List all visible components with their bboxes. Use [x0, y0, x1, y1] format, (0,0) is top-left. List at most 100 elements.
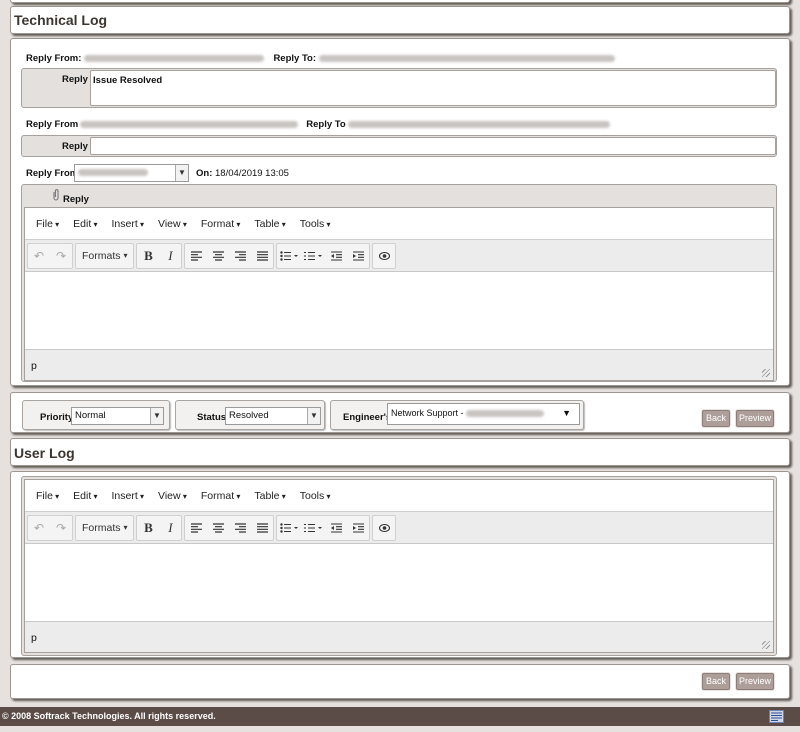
formats-label: Formats [82, 521, 121, 534]
status-label: Status [197, 412, 227, 423]
editor-statusbar: p [25, 622, 773, 652]
reply-from-label: Reply From: [26, 53, 82, 64]
engineer-select[interactable]: Network Support - ▼ [387, 403, 580, 425]
menu-insert[interactable]: Insert [105, 490, 152, 502]
status-select[interactable]: Resolved ▼ [225, 407, 321, 425]
menu-edit[interactable]: Edit [66, 490, 104, 502]
back-button-bottom[interactable]: Back [702, 673, 730, 690]
editor-text-area[interactable] [25, 544, 773, 622]
editor-toolbar: ↶ ↷ Formats ▾ B I [25, 240, 773, 272]
outdent-icon[interactable] [325, 516, 347, 540]
reply-to-label: Reply To [306, 119, 346, 130]
entry1-meta: Reply From: Reply To: [26, 53, 616, 64]
redo-icon[interactable]: ↷ [50, 244, 72, 268]
engineer-group: Engineer's Network Support - ▼ [330, 400, 584, 430]
formats-dropdown[interactable]: Formats ▾ [76, 516, 133, 540]
priority-label: Priority [40, 412, 74, 423]
indent-icon[interactable] [347, 244, 369, 268]
undo-icon[interactable]: ↶ [28, 244, 50, 268]
entry2-reply-label: Reply [62, 141, 88, 152]
document-icon[interactable] [769, 710, 784, 723]
formats-group: Formats ▾ [75, 242, 135, 269]
menu-view[interactable]: View [151, 218, 194, 230]
entry2-reply-box: Reply [21, 135, 777, 157]
align-left-icon[interactable] [185, 516, 207, 540]
preview-button-bottom[interactable]: Preview [736, 673, 774, 690]
numbered-list-icon[interactable] [301, 516, 325, 540]
footer-copyright: © 2008 Softrack Technologies. All rights… [2, 711, 216, 721]
indent-icon[interactable] [347, 516, 369, 540]
reply-from-label: Reply From [26, 119, 79, 130]
bold-icon[interactable]: B [137, 516, 159, 540]
bottom-actions-panel [10, 664, 790, 699]
technical-reply-container: Reply File Edit Insert View Format Table… [21, 184, 777, 382]
menu-file[interactable]: File [29, 218, 66, 230]
redacted-text [78, 168, 148, 176]
engineer-value: Network Support - [391, 408, 464, 418]
technical-log-header: Technical Log [10, 6, 790, 34]
technical-rich-text-editor: File Edit Insert View Format Table Tools… [24, 207, 774, 381]
editor-menubar: File Edit Insert View Format Table Tools [25, 208, 773, 240]
style-group: B I [136, 514, 183, 541]
align-justify-icon[interactable] [251, 244, 273, 268]
formats-group: Formats ▾ [75, 514, 135, 541]
entry1-reply-label: Reply [62, 74, 88, 85]
reply-from-select[interactable]: ▼ [74, 164, 189, 182]
chevron-down-icon: ▼ [307, 408, 320, 424]
on-label: On: [196, 168, 213, 179]
chevron-down-icon: ▼ [175, 165, 188, 181]
editor-text-area[interactable] [25, 272, 773, 350]
priority-value: Normal [75, 410, 106, 421]
preview-group [372, 242, 397, 269]
align-center-icon[interactable] [207, 516, 229, 540]
align-group [184, 514, 275, 541]
menu-tools[interactable]: Tools [293, 218, 338, 230]
user-log-header: User Log [10, 438, 790, 466]
list-group [276, 242, 371, 269]
entry1-reply-box: Reply Issue Resolved [21, 68, 777, 108]
resize-grip-icon[interactable] [762, 369, 770, 377]
bold-icon[interactable]: B [137, 244, 159, 268]
redacted-text [347, 121, 610, 128]
align-left-icon[interactable] [185, 244, 207, 268]
outdent-icon[interactable] [325, 244, 347, 268]
editor-statusbar: p [25, 350, 773, 380]
menu-view[interactable]: View [151, 490, 194, 502]
align-right-icon[interactable] [229, 516, 251, 540]
menu-format[interactable]: Format [194, 218, 248, 230]
bullet-list-icon[interactable] [277, 516, 301, 540]
priority-group: Priority Normal ▼ [22, 400, 170, 430]
menu-table[interactable]: Table [247, 218, 292, 230]
bullet-list-icon[interactable] [277, 244, 301, 268]
technical-log-title: Technical Log [14, 12, 108, 28]
menu-format[interactable]: Format [194, 490, 248, 502]
editor-menubar: File Edit Insert View Format Table Tools [25, 480, 773, 512]
italic-icon[interactable]: I [159, 516, 181, 540]
menu-table[interactable]: Table [247, 490, 292, 502]
resize-grip-icon[interactable] [762, 641, 770, 649]
italic-icon[interactable]: I [159, 244, 181, 268]
history-group: ↶ ↷ [27, 242, 73, 269]
align-center-icon[interactable] [207, 244, 229, 268]
formats-dropdown[interactable]: Formats ▾ [76, 244, 133, 268]
menu-edit[interactable]: Edit [66, 218, 104, 230]
menu-insert[interactable]: Insert [105, 218, 152, 230]
menu-tools[interactable]: Tools [293, 490, 338, 502]
preview-button[interactable]: Preview [736, 410, 774, 427]
redacted-text [319, 55, 616, 62]
editor-path: p [31, 360, 37, 372]
entry1-reply-field [90, 70, 776, 106]
user-log-editor-frame: File Edit Insert View Format Table Tools… [21, 476, 777, 656]
preview-eye-icon[interactable] [373, 244, 395, 268]
redo-icon[interactable]: ↷ [50, 516, 72, 540]
menu-file[interactable]: File [29, 490, 66, 502]
priority-select[interactable]: Normal ▼ [71, 407, 164, 425]
caret-down-icon: ▼ [562, 408, 571, 418]
user-log-rich-text-editor: File Edit Insert View Format Table Tools… [24, 479, 774, 653]
numbered-list-icon[interactable] [301, 244, 325, 268]
undo-icon[interactable]: ↶ [28, 516, 50, 540]
align-right-icon[interactable] [229, 244, 251, 268]
preview-eye-icon[interactable] [373, 516, 395, 540]
back-button[interactable]: Back [702, 410, 730, 427]
align-justify-icon[interactable] [251, 516, 273, 540]
